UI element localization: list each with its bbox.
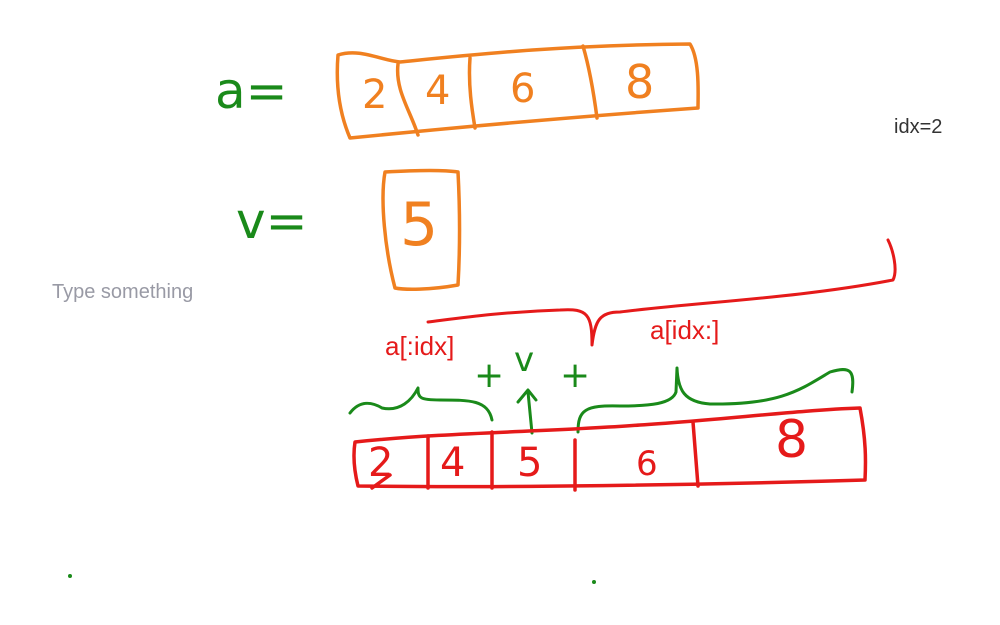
text-input[interactable] <box>50 280 274 305</box>
drawing-layer <box>68 42 897 584</box>
label-v-equals: v= <box>236 192 308 250</box>
array-a-item: 8 <box>625 55 655 109</box>
v-symbol: v <box>514 340 535 380</box>
result-array-item: 4 <box>440 440 466 486</box>
plus-sign: + <box>560 355 591 396</box>
result-array-item: 8 <box>775 410 809 470</box>
stray-dot <box>592 580 596 584</box>
whiteboard-canvas[interactable]: a= v= 2 4 6 8 5 idx=2 a[:idx] a[idx:] + … <box>0 0 1000 625</box>
result-array-item: 6 <box>636 444 658 484</box>
stray-dot <box>68 574 72 578</box>
value-v: 5 <box>400 190 439 260</box>
left-slice-label: a[:idx] <box>385 331 455 361</box>
array-a-item: 2 <box>362 72 388 118</box>
idx-label: idx=2 <box>894 116 943 138</box>
array-a-item: 4 <box>425 68 451 114</box>
brace-right-green <box>576 366 855 434</box>
result-array-item: 5 <box>517 440 543 486</box>
label-a-equals: a= <box>215 62 288 120</box>
arrow-up-icon <box>516 388 538 435</box>
plus-sign: + <box>474 355 505 396</box>
brace-left-slice <box>348 386 494 422</box>
array-a-item: 6 <box>510 66 536 112</box>
result-array-item: 2 <box>368 440 394 486</box>
right-slice-label: a[idx:] <box>650 315 720 345</box>
